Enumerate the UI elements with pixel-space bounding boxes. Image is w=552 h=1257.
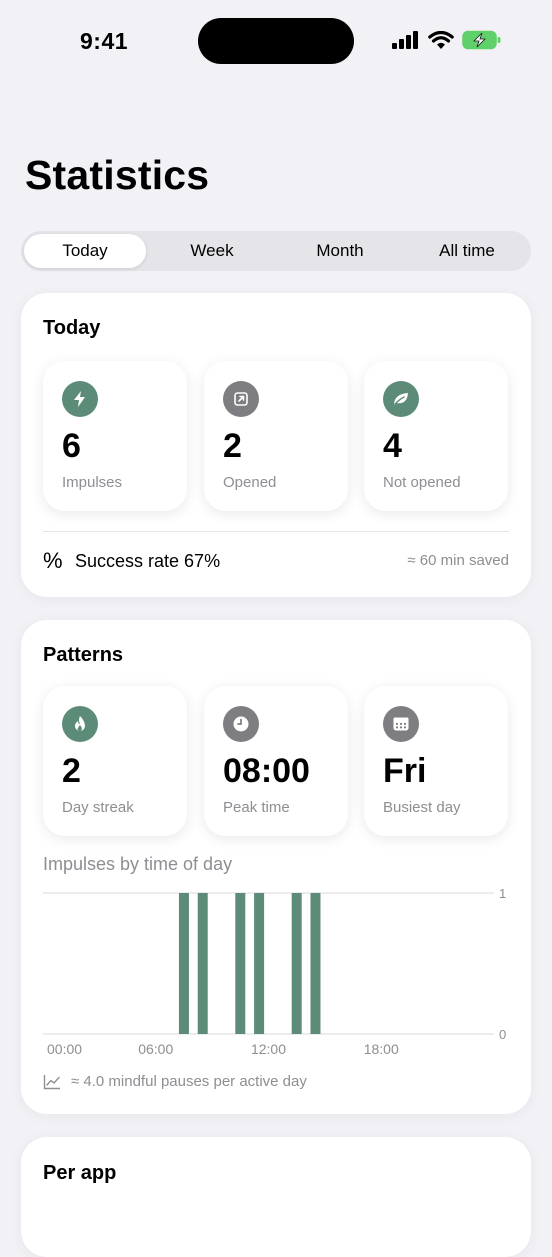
page-title: Statistics (25, 152, 210, 198)
clock-icon (223, 706, 259, 742)
cellular-signal-icon (392, 31, 418, 49)
chart-title: Impulses by time of day (43, 854, 233, 874)
per-app-card: Per app (21, 1137, 531, 1257)
x-tick-label: 00:00 (47, 1041, 82, 1057)
impulses-label: Impulses (62, 474, 123, 491)
chart-bar (197, 893, 208, 1034)
peak-time-label: Peak time (223, 799, 290, 816)
chart-bar (235, 893, 246, 1034)
period-segmented-control: Today Week Month All time (21, 231, 531, 271)
chart-footer: ≈ 4.0 mindful pauses per active day (43, 1073, 307, 1090)
chart-bar (254, 893, 265, 1034)
impulses-by-time-chart: 1 0 00:00 06:00 12:00 18:00 (43, 886, 506, 1057)
not-opened-tile: 4 Not opened (364, 361, 508, 511)
status-icons (392, 30, 502, 50)
chart-bar (291, 893, 302, 1034)
percent-icon: % (43, 548, 63, 573)
wifi-icon (428, 30, 454, 49)
today-divider (43, 531, 509, 532)
not-opened-label: Not opened (383, 474, 461, 491)
day-streak-tile: 2 Day streak (43, 686, 187, 836)
tab-today[interactable]: Today (24, 234, 146, 268)
leaf-icon (383, 381, 419, 417)
per-app-card-title: Per app (43, 1162, 117, 1184)
x-tick-label: 12:00 (251, 1041, 286, 1057)
battery-charging-icon (462, 30, 501, 50)
status-bar: 9:41 (0, 0, 552, 80)
impulses-value: 6 (62, 427, 81, 465)
patterns-card-title: Patterns (43, 644, 124, 666)
chart-bar (178, 893, 189, 1034)
chart-bar (310, 893, 321, 1034)
busiest-day-tile: Fri Busiest day (364, 686, 508, 836)
y-tick-label: 1 (499, 886, 506, 901)
bolt-icon (62, 381, 98, 417)
peak-time-value: 08:00 (223, 752, 310, 790)
y-tick-label: 0 (499, 1027, 506, 1042)
x-tick-label: 18:00 (364, 1041, 399, 1057)
day-streak-value: 2 (62, 752, 81, 790)
mindful-pauses-text: ≈ 4.0 mindful pauses per active day (71, 1073, 307, 1090)
not-opened-value: 4 (383, 427, 402, 465)
patterns-card: Patterns 2 Day streak 08:00 Peak time Fr… (21, 620, 531, 1114)
today-card-title: Today (43, 317, 101, 339)
peak-time-tile: 08:00 Peak time (204, 686, 348, 836)
tab-all-time[interactable]: All time (406, 234, 528, 268)
impulses-tile: 6 Impulses (43, 361, 187, 511)
opened-label: Opened (223, 474, 277, 491)
calendar-icon (383, 706, 419, 742)
tab-week[interactable]: Week (151, 234, 273, 268)
day-streak-label: Day streak (62, 799, 134, 816)
time-saved-text: ≈ 60 min saved (407, 552, 509, 569)
flame-icon (62, 706, 98, 742)
status-time: 9:41 (80, 28, 129, 54)
x-tick-label: 06:00 (138, 1041, 173, 1057)
busiest-day-label: Busiest day (383, 799, 461, 816)
open-external-icon (223, 381, 259, 417)
trend-chart-icon (43, 1074, 60, 1089)
success-rate-text: Success rate 67% (75, 550, 221, 571)
success-rate-row: % Success rate 67% (43, 548, 220, 574)
today-card: Today 6 Impulses 2 Opened 4 Not opened % (21, 293, 531, 597)
opened-tile: 2 Opened (204, 361, 348, 511)
dynamic-island (198, 18, 354, 64)
tab-month[interactable]: Month (279, 234, 401, 268)
busiest-day-value: Fri (383, 752, 427, 790)
opened-value: 2 (223, 427, 242, 465)
